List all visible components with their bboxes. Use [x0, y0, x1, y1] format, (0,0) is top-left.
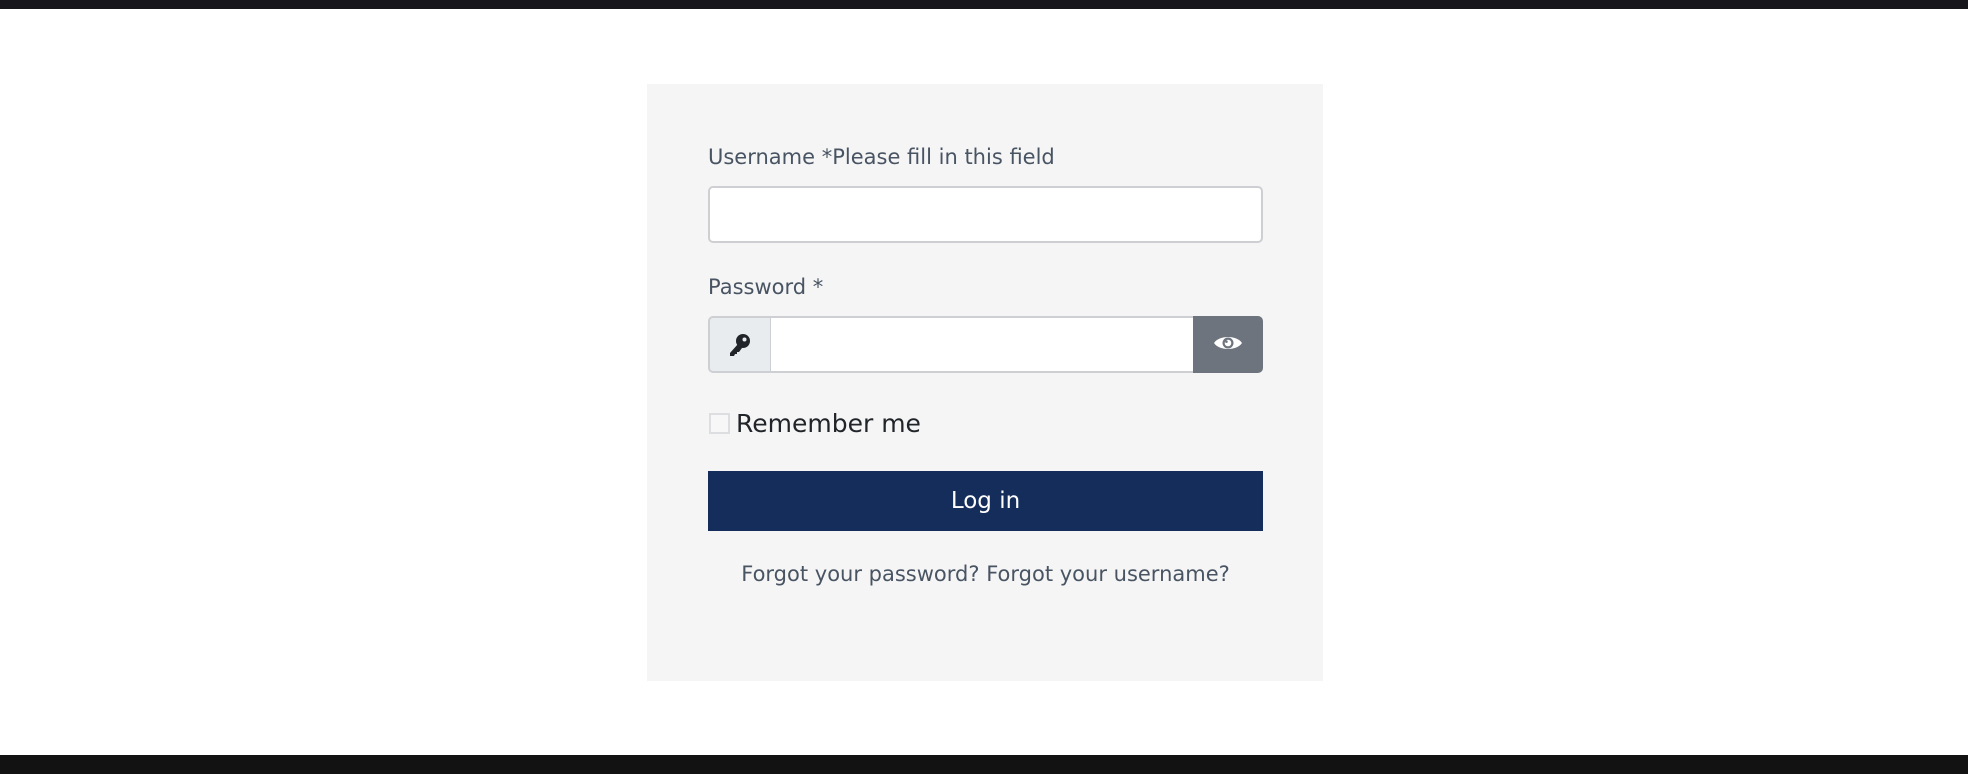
forgot-links: Forgot your password? Forgot your userna…: [708, 559, 1263, 589]
eye-icon: [1213, 332, 1243, 357]
login-card: Username *Please fill in this field Pass…: [647, 84, 1323, 681]
bottom-bar: [0, 755, 1968, 774]
username-label-text: Username *: [708, 145, 833, 169]
login-button[interactable]: Log in: [708, 471, 1263, 531]
remember-me-label[interactable]: Remember me: [736, 409, 921, 438]
forgot-password-link[interactable]: Forgot your password?: [741, 562, 979, 586]
username-input[interactable]: [708, 186, 1263, 243]
remember-me-checkbox[interactable]: [709, 412, 730, 434]
username-hint: Please fill in this field: [832, 145, 1055, 169]
password-input[interactable]: [771, 316, 1193, 373]
remember-me-row: Remember me: [708, 408, 921, 438]
password-label: Password *: [708, 275, 824, 299]
show-password-button[interactable]: [1193, 316, 1263, 373]
key-icon: [708, 316, 771, 373]
top-bar: [0, 0, 1968, 9]
password-input-group: [708, 316, 1263, 373]
username-label: Username *Please fill in this field: [708, 145, 1055, 169]
forgot-username-link[interactable]: Forgot your username?: [986, 562, 1230, 586]
